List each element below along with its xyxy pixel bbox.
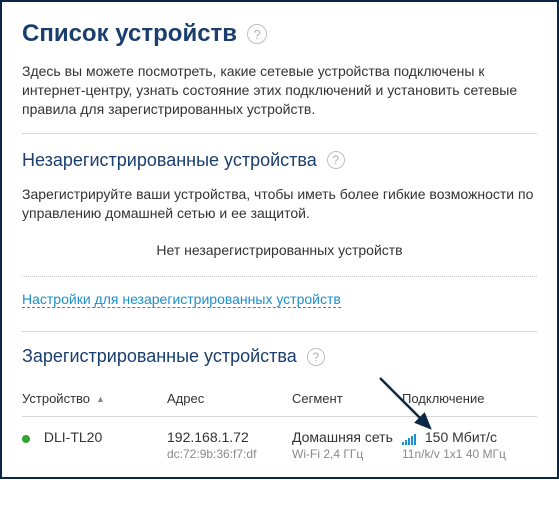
device-mac: dc:72:9b:36:f7:df	[167, 447, 292, 461]
table-row[interactable]: DLI-TL20 192.168.1.72 dc:72:9b:36:f7:df …	[22, 417, 537, 465]
registered-title: Зарегистрированные устройства	[22, 346, 297, 367]
col-device[interactable]: Устройство ▲	[22, 391, 167, 406]
col-connection-label: Подключение	[402, 391, 484, 406]
unregistered-empty: Нет незарегистрированных устройств	[22, 242, 537, 258]
help-icon[interactable]: ?	[307, 348, 325, 366]
device-speed: 150 Мбит/с	[425, 429, 497, 445]
unregistered-title: Незарегистрированные устройства	[22, 150, 317, 171]
divider	[22, 276, 537, 277]
device-mode: 11n/k/v 1x1 40 МГц	[402, 447, 537, 461]
help-icon[interactable]: ?	[327, 151, 345, 169]
col-segment[interactable]: Сегмент	[292, 391, 402, 406]
devices-table: Устройство ▲ Адрес Сегмент Подключение D…	[22, 381, 537, 465]
table-header: Устройство ▲ Адрес Сегмент Подключение	[22, 381, 537, 417]
device-ip: 192.168.1.72	[167, 429, 292, 445]
divider	[22, 133, 537, 134]
device-segment: Домашняя сеть	[292, 429, 402, 445]
device-band: Wi-Fi 2,4 ГГц	[292, 447, 402, 461]
device-name: DLI-TL20	[44, 429, 102, 445]
page-intro: Здесь вы можете посмотреть, какие сетевы…	[22, 62, 537, 119]
sort-asc-icon: ▲	[96, 394, 105, 404]
col-address-label: Адрес	[167, 391, 204, 406]
divider	[22, 331, 537, 332]
col-segment-label: Сегмент	[292, 391, 343, 406]
col-connection[interactable]: Подключение	[402, 391, 537, 406]
col-address[interactable]: Адрес	[167, 391, 292, 406]
page-title: Список устройств	[22, 20, 237, 48]
status-online-icon	[22, 435, 30, 443]
unregistered-intro: Зарегистрируйте ваши устройства, чтобы и…	[22, 185, 537, 223]
signal-icon	[402, 433, 417, 445]
help-icon[interactable]: ?	[247, 24, 267, 44]
unregistered-settings-link[interactable]: Настройки для незарегистрированных устро…	[22, 291, 341, 308]
col-device-label: Устройство	[22, 391, 90, 406]
